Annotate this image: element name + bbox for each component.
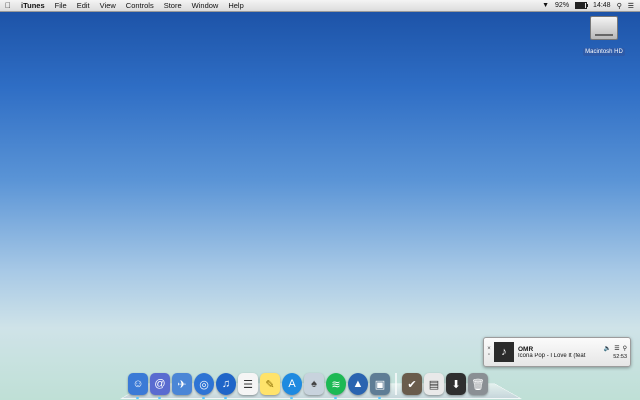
preview-icon[interactable]: ▣ [370, 373, 390, 395]
menu-file[interactable]: File [50, 0, 72, 12]
apple-icon[interactable]:  [0, 1, 16, 10]
music-note-icon: ♪ [494, 342, 514, 362]
running-indicator [224, 397, 227, 399]
mini-player-time: 52:53 [613, 353, 627, 360]
running-indicator [290, 397, 293, 399]
safari-icon[interactable]: ◎ [194, 373, 214, 395]
mini-player-track: Icona Pop - I Love It (feat [518, 352, 586, 359]
menu-window[interactable]: Window [187, 0, 224, 12]
hd-label: Macintosh HD [583, 48, 625, 56]
mail-icon[interactable]: ✈ [172, 373, 192, 395]
contacts-icon[interactable]: @ [150, 373, 170, 395]
up-next-icon[interactable]: ☰ [614, 345, 619, 352]
atlas-icon[interactable]: ♠ [304, 373, 324, 395]
menu-itunes[interactable]: iTunes [16, 0, 50, 12]
menu-help[interactable]: Help [223, 0, 248, 12]
wifi-icon[interactable]: ▼ [542, 2, 549, 9]
spotify-icon[interactable]: ≋ [326, 373, 346, 395]
reminders-icon[interactable]: ☰ [238, 373, 258, 395]
menu-store[interactable]: Store [159, 0, 187, 12]
menu-controls[interactable]: Controls [121, 0, 159, 12]
macintosh-hd[interactable]: Macintosh HD [580, 16, 628, 58]
documents-stack-icon[interactable]: ▤ [424, 373, 444, 395]
hard-drive-icon [590, 16, 618, 40]
finder-icon[interactable]: ☺ [128, 373, 148, 395]
menu-bar:  iTunes File Edit View Controls Store W… [0, 0, 640, 12]
trash-icon[interactable]: 🗑 [468, 373, 488, 395]
clock[interactable]: 14:48 [593, 2, 611, 9]
search-icon[interactable]: ⚲ [623, 345, 627, 352]
folder-stack-icon[interactable]: ✔ [402, 373, 422, 395]
battery-fill [576, 3, 586, 8]
menu-view[interactable]: View [95, 0, 121, 12]
running-indicator [378, 397, 381, 399]
itunes-mini-player[interactable]: × ▫ ♪ OMR Icona Pop - I Love It (feat 🔈 … [483, 337, 631, 367]
itunes-icon[interactable]: ♫ [216, 373, 236, 395]
list-icon[interactable]: ☰ [628, 2, 634, 10]
volume-icon[interactable]: 🔈 [604, 345, 611, 352]
running-indicator [158, 397, 161, 399]
running-indicator [136, 397, 139, 399]
menu-edit[interactable]: Edit [72, 0, 95, 12]
running-indicator [202, 397, 205, 399]
search-icon[interactable]: ⚲ [617, 2, 622, 10]
battery-percent: 92% [555, 2, 570, 9]
stickies-icon[interactable]: ✎ [260, 373, 280, 395]
running-indicator [334, 397, 337, 399]
downloads-stack-icon[interactable]: ⬇ [446, 373, 466, 395]
mini-controls: × ▫ [484, 346, 494, 358]
expand-icon[interactable]: ▫ [488, 352, 490, 358]
dock: ☺ @ ✈ ◎ ♫ ☰ ✎ A ♠ ≋ ▲ ▣ ✔ ▤ ⬇ 🗑 [128, 369, 518, 399]
mini-player-title: OMR [518, 345, 534, 353]
app-store-icon[interactable]: A [282, 373, 302, 395]
rocket-icon[interactable]: ▲ [348, 373, 368, 395]
battery-icon[interactable] [575, 2, 589, 9]
dock-separator [395, 373, 397, 395]
